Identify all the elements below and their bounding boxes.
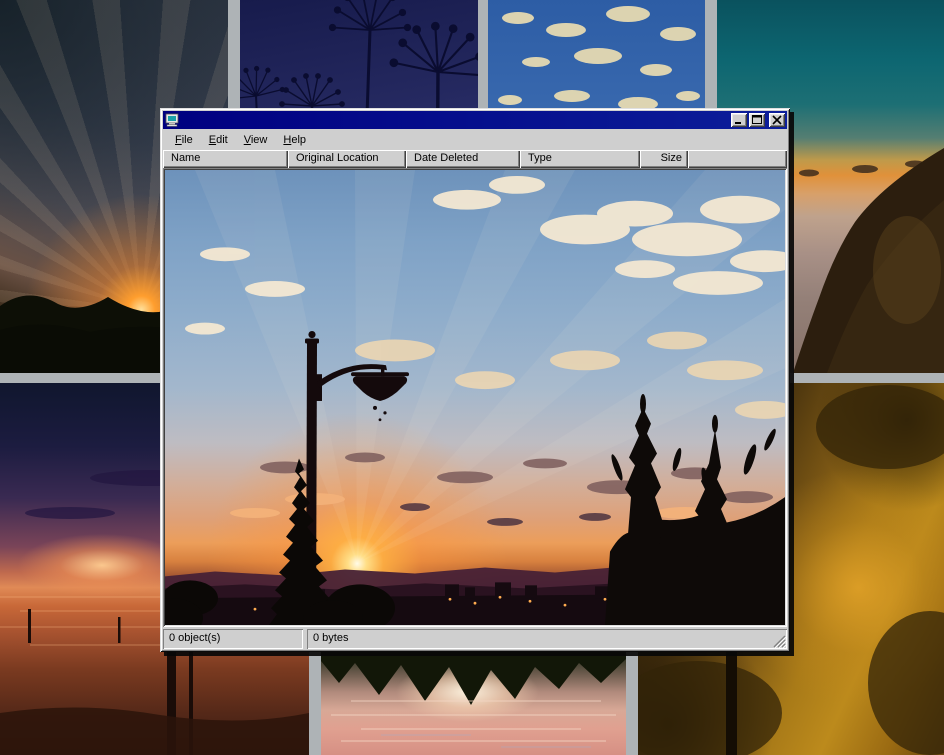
maximize-icon (749, 113, 765, 127)
window-controls (731, 113, 785, 127)
minimize-icon (731, 113, 747, 127)
status-bytes-text: 0 bytes (313, 632, 348, 644)
status-bytes: 0 bytes (307, 629, 787, 649)
recycle-bin-window: File Edit View Help Name Original Locati… (160, 108, 790, 652)
status-bar: 0 object(s) 0 bytes (163, 629, 787, 649)
column-header-blank[interactable] (688, 150, 787, 168)
menu-file[interactable]: File (169, 132, 199, 148)
folder-view-area[interactable] (163, 168, 787, 627)
menu-bar: File Edit View Help (163, 130, 787, 150)
title-bar[interactable] (163, 111, 787, 129)
list-column-headers: Name Original Location Date Deleted Type… (163, 150, 787, 168)
resize-grip-icon[interactable] (773, 635, 786, 648)
column-header-date-deleted[interactable]: Date Deleted (406, 150, 520, 168)
sunset-streetlamp-photo (165, 170, 785, 625)
column-header-type[interactable]: Type (520, 150, 640, 168)
minimize-button[interactable] (731, 113, 747, 127)
close-icon (769, 113, 785, 127)
menu-help[interactable]: Help (277, 132, 312, 148)
menu-edit[interactable]: Edit (203, 132, 234, 148)
computer-icon (165, 113, 181, 127)
status-objects: 0 object(s) (163, 629, 303, 649)
menu-view[interactable]: View (238, 132, 274, 148)
column-header-size[interactable]: Size (640, 150, 688, 168)
sunset-photo-details (165, 170, 785, 625)
close-button[interactable] (769, 113, 785, 127)
column-header-original-location[interactable]: Original Location (288, 150, 406, 168)
column-header-name[interactable]: Name (163, 150, 288, 168)
maximize-button[interactable] (749, 113, 765, 127)
